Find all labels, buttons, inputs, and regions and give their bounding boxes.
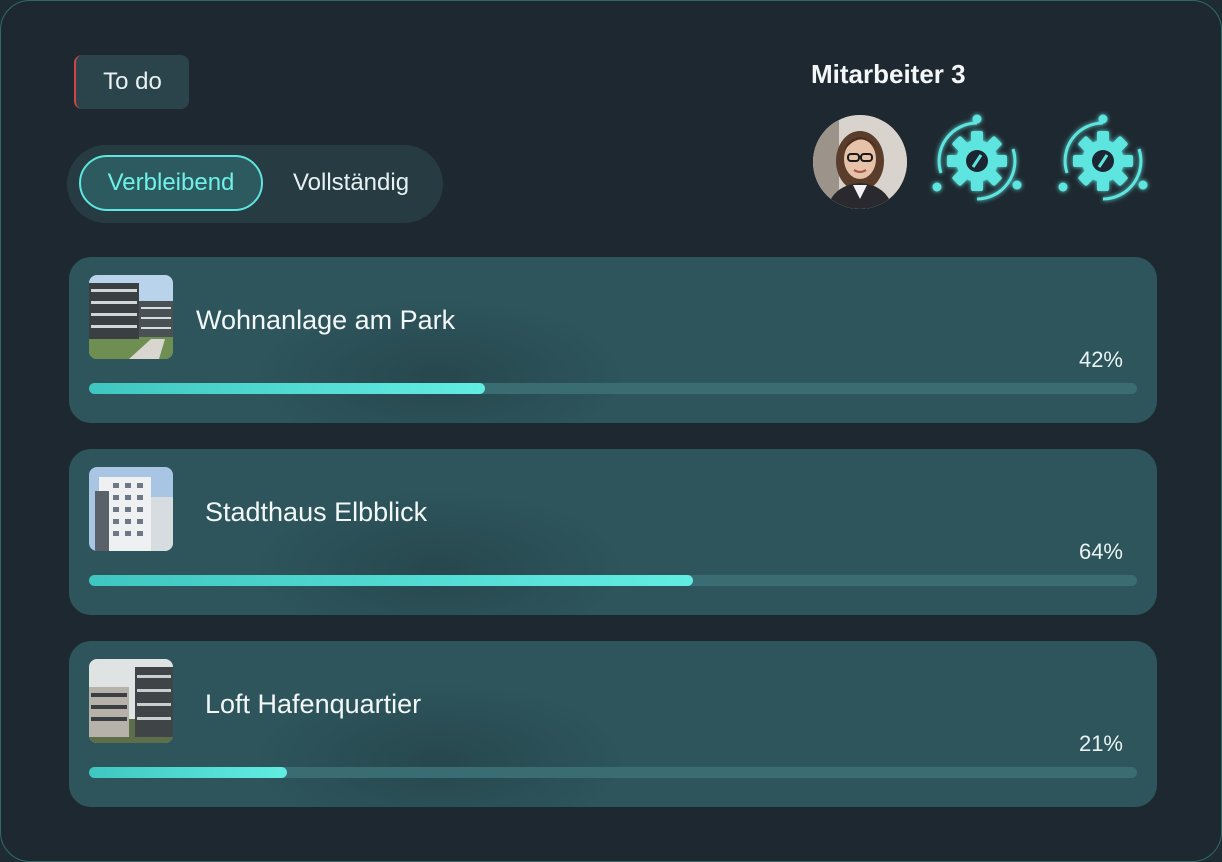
filter-complete-label: Vollständig [292,169,410,196]
app-window: To do Verbleibend Vollständig Mitarbeite… [0,0,1222,862]
filter-complete-button[interactable]: Vollständig [269,155,433,211]
progress-fill [89,575,693,586]
project-thumbnail [89,467,173,551]
project-title: Stadthaus Elbblick [205,497,428,527]
staff-title: Mitarbeiter 3 [811,59,966,89]
progress-fill [89,383,486,394]
todo-badge[interactable]: To do [74,55,189,109]
project-title: Wohnanlage am Park [196,305,456,335]
project-percent: 42% [1078,347,1123,372]
person-photo [813,115,907,209]
project-card[interactable]: Stadthaus Elbblick 64% [69,449,1157,615]
filter-remaining-button[interactable]: Verbleibend [79,155,263,211]
project-percent: 64% [1078,539,1123,564]
status-filter: Verbleibend Vollständig [67,145,443,223]
project-thumbnail [89,275,173,359]
project-title: Loft Hafenquartier [205,689,422,719]
todo-label: To do [103,68,162,95]
filter-remaining-label: Verbleibend [107,169,235,196]
project-percent: 21% [1078,731,1123,756]
progress-fill [89,767,288,778]
project-card[interactable]: Loft Hafenquartier 21% [69,641,1157,807]
bot-gear-icon[interactable] [927,111,1027,211]
project-card[interactable]: Wohnanlage am Park 42% [69,257,1157,423]
project-thumbnail [89,659,173,743]
progress-track [89,383,1137,394]
progress-track [89,575,1137,586]
progress-track [89,767,1137,778]
avatar[interactable] [813,115,907,209]
bot-gear-icon[interactable] [1053,111,1153,211]
